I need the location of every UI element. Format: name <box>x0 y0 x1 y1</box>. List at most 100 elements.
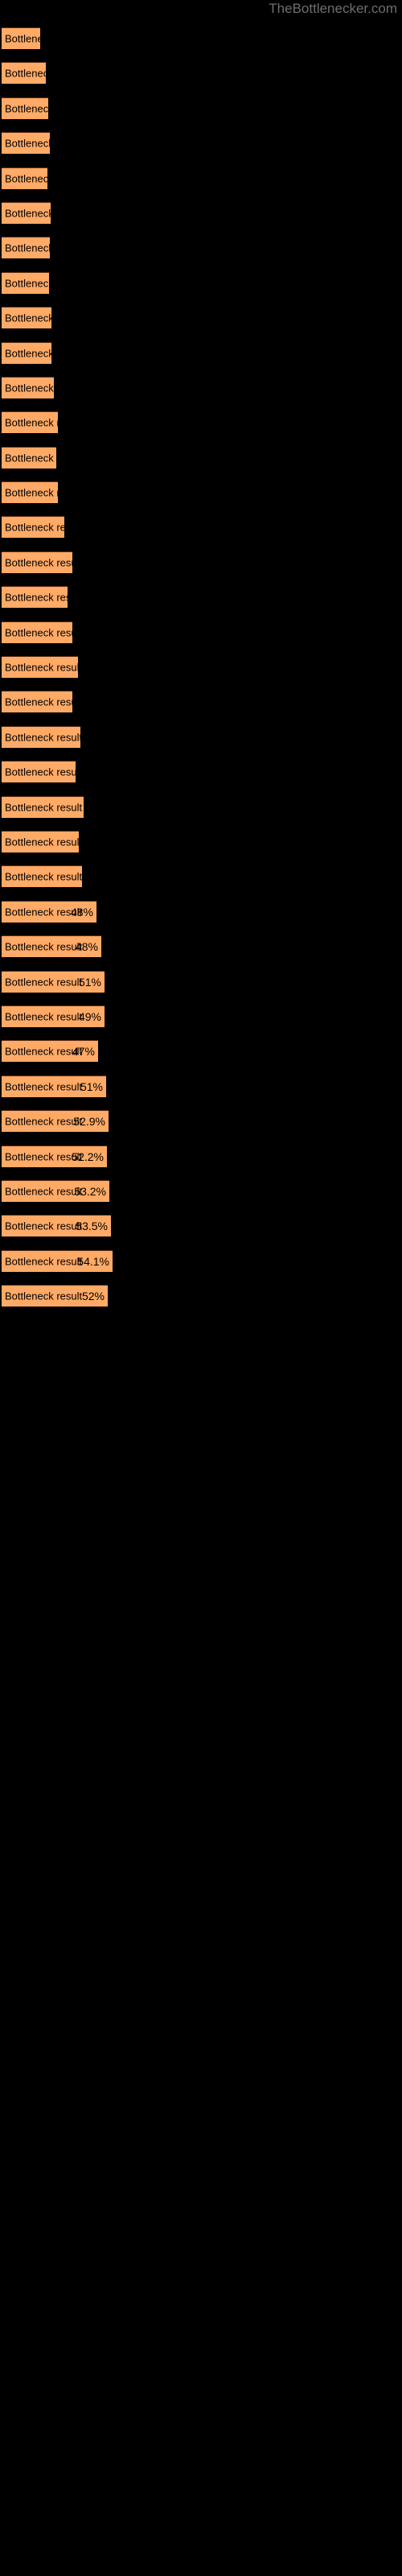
bar[interactable]: Bottleneck result <box>2 795 84 818</box>
bar-row: Bottleneck result <box>0 56 402 90</box>
bar[interactable]: Bottleneck result <box>2 62 46 85</box>
bar-label: Bottleneck result <box>5 626 72 639</box>
bar[interactable]: Bottleneck result <box>2 551 72 573</box>
bar-value: 54.1% <box>77 1254 109 1268</box>
bar-label: Bottleneck result <box>5 452 56 464</box>
bar-row: Bottleneck result 53.2% <box>0 1174 402 1208</box>
bar-value: 53.2% <box>74 1184 106 1198</box>
bar[interactable]: Bottleneck result <box>2 725 80 748</box>
bar[interactable]: Bottleneck result 48% <box>2 900 96 923</box>
bar-label: Bottleneck result <box>5 102 48 115</box>
bar-label: Bottleneck result <box>5 67 46 80</box>
bar-row: Bottleneck result <box>0 370 402 405</box>
bar-value: 48% <box>70 905 93 919</box>
bar[interactable]: Bottleneck result <box>2 446 56 469</box>
bar[interactable]: Bottleneck result <box>2 271 49 294</box>
bar-row: Bottleneck result <box>0 475 402 510</box>
bar-label: Bottleneck result <box>5 1080 83 1093</box>
bar-label: Bottleneck result <box>5 172 47 185</box>
bar[interactable]: Bottleneck result 47% <box>2 1040 98 1063</box>
bar-row: Bottleneck result <box>0 336 402 370</box>
bar[interactable]: Bottleneck result <box>2 481 58 504</box>
bar-label: Bottleneck result <box>5 870 82 883</box>
bar[interactable]: Bottleneck result <box>2 621 72 643</box>
bar[interactable]: Bottleneck result <box>2 586 68 609</box>
bar-label: Bottleneck result <box>5 1115 83 1128</box>
bar-row: Bottleneck result <box>0 859 402 894</box>
bar-row: Bottleneck result 52.9% <box>0 1104 402 1138</box>
bar[interactable]: Bottleneck result <box>2 167 47 189</box>
bar[interactable]: Bottleneck result 53.5% <box>2 1215 111 1237</box>
bar-row: Bottleneck result <box>0 824 402 859</box>
bar-label: Bottleneck result <box>5 207 51 220</box>
bar[interactable]: Bottleneck result 51% <box>2 1075 106 1097</box>
bar-label: Bottleneck result <box>5 556 72 569</box>
bar[interactable]: Bottleneck result <box>2 376 54 398</box>
bar[interactable]: Bottleneck result 49% <box>2 1005 105 1027</box>
bar[interactable]: Bottleneck result 52.9% <box>2 1110 109 1133</box>
bar-value: 47% <box>72 1045 95 1059</box>
bar-label: Bottleneck result <box>5 1185 83 1198</box>
bar-row: Bottleneck result <box>0 300 402 335</box>
bar-row: Bottleneck result <box>0 580 402 614</box>
bar-value: 52.9% <box>73 1115 105 1129</box>
bar[interactable]: Bottleneck result <box>2 691 72 713</box>
bar-row: Bottleneck result <box>0 790 402 824</box>
bar[interactable]: Bottleneck result <box>2 341 51 364</box>
bar-row: Bottleneck result <box>0 196 402 230</box>
bar[interactable]: Bottleneck result 52% <box>2 1285 108 1307</box>
bar-label: Bottleneck result <box>5 836 79 848</box>
bar[interactable]: Bottleneck result <box>2 201 51 224</box>
bar-row: Bottleneck result <box>0 126 402 160</box>
bar[interactable]: Bottleneck result <box>2 27 40 49</box>
bar-label: Bottleneck result <box>5 312 51 324</box>
bar[interactable]: Bottleneck result <box>2 516 64 539</box>
bar-label: Bottleneck result <box>5 382 54 394</box>
bar-row: Bottleneck result 48% <box>0 894 402 929</box>
bar[interactable]: Bottleneck result 53.2% <box>2 1179 109 1202</box>
bar-label: Bottleneck result <box>5 661 78 674</box>
bar-row: Bottleneck result <box>0 21 402 56</box>
bar-label: Bottleneck result <box>5 277 49 290</box>
bar-label: Bottleneck result <box>5 137 50 150</box>
bar[interactable]: Bottleneck result <box>2 237 50 259</box>
bar-row: Bottleneck result <box>0 440 402 475</box>
bar-row: Bottleneck result <box>0 91 402 126</box>
bar[interactable]: Bottleneck result <box>2 132 50 155</box>
bar-label: Bottleneck result <box>5 976 83 989</box>
bar-row: Bottleneck result <box>0 615 402 650</box>
bar-label: Bottleneck result <box>5 731 80 744</box>
bar-label: Bottleneck result <box>5 486 58 499</box>
bar[interactable]: Bottleneck result 52.2% <box>2 1145 107 1167</box>
bar-row: Bottleneck result 53.5% <box>0 1208 402 1243</box>
site-watermark: TheBottlenecker.com <box>269 1 397 16</box>
bar-label: Bottleneck result <box>5 766 76 778</box>
bar-value: 52% <box>81 1290 105 1303</box>
bar-row: Bottleneck result 49% <box>0 999 402 1034</box>
bar-label: Bottleneck result <box>5 696 72 708</box>
bar-label: Bottleneck result <box>5 940 83 953</box>
bar[interactable]: Bottleneck result 48% <box>2 935 101 958</box>
bar-label: Bottleneck result <box>5 521 64 534</box>
bar-row: Bottleneck result <box>0 510 402 544</box>
bar[interactable]: Bottleneck result <box>2 656 78 679</box>
bar[interactable]: Bottleneck result <box>2 761 76 783</box>
bar-row: Bottleneck result <box>0 754 402 789</box>
bar[interactable]: Bottleneck result <box>2 307 51 329</box>
bar[interactable]: Bottleneck result <box>2 865 82 888</box>
bar[interactable]: Bottleneck result 51% <box>2 970 105 993</box>
bar-label: Bottleneck result <box>5 1150 83 1162</box>
bar-row: Bottleneck result <box>0 161 402 196</box>
bar-row: Bottleneck result 52% <box>0 1278 402 1313</box>
bar[interactable]: Bottleneck result <box>2 830 79 852</box>
bar-row: Bottleneck result <box>0 650 402 684</box>
bar[interactable]: Bottleneck result 54.1% <box>2 1249 113 1272</box>
bar-label: Bottleneck result <box>5 801 83 814</box>
bar-row: Bottleneck result 47% <box>0 1034 402 1068</box>
bar-label: Bottleneck result <box>5 1255 83 1268</box>
bar[interactable]: Bottleneck result <box>2 97 48 119</box>
chart-page: TheBottlenecker.com Bottleneck resultBot… <box>0 0 402 2576</box>
bar-row: Bottleneck result <box>0 230 402 265</box>
bar-row: Bottleneck result 48% <box>0 929 402 964</box>
bar[interactable]: Bottleneck result <box>2 411 58 434</box>
